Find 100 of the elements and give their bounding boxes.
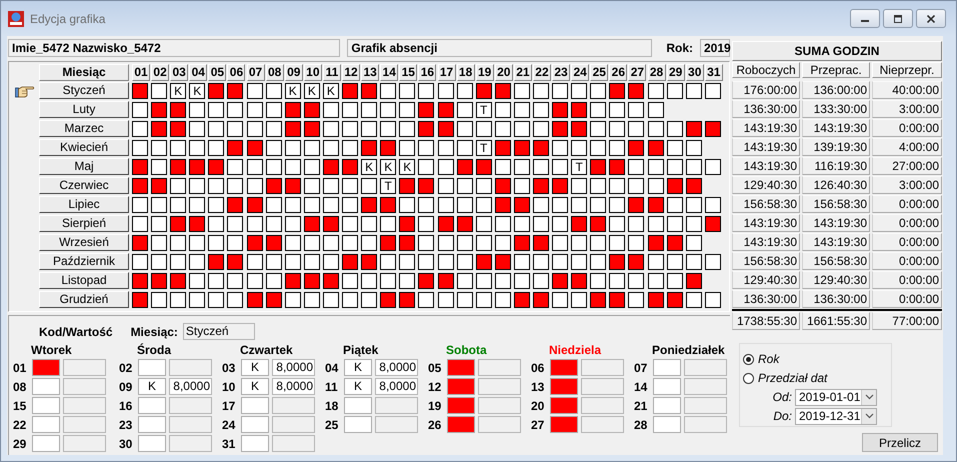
day-cell[interactable]: T — [476, 140, 492, 156]
day-cell[interactable] — [151, 196, 168, 212]
day-cell[interactable] — [590, 82, 606, 98]
day-cell[interactable] — [571, 140, 588, 156]
day-cell[interactable] — [666, 292, 683, 308]
day-cell[interactable] — [476, 120, 492, 136]
day-cell[interactable] — [590, 102, 606, 118]
day-cell[interactable] — [246, 120, 263, 136]
day-cell[interactable] — [266, 178, 282, 194]
day-cell[interactable] — [686, 254, 702, 270]
day-cell[interactable] — [666, 158, 683, 174]
day-cell[interactable] — [304, 234, 320, 250]
day-cell[interactable]: T — [380, 178, 396, 194]
value-field[interactable] — [684, 359, 727, 376]
day-cell[interactable] — [438, 254, 454, 270]
day-cell[interactable] — [246, 292, 263, 308]
day-cell[interactable] — [227, 82, 244, 98]
day-cell[interactable] — [648, 140, 664, 156]
day-cell[interactable] — [266, 254, 282, 270]
day-cell[interactable] — [399, 234, 416, 250]
day-cell[interactable] — [227, 234, 244, 250]
day-cell[interactable] — [552, 120, 568, 136]
day-cell[interactable] — [284, 158, 301, 174]
code-field[interactable] — [344, 416, 372, 433]
day-cell[interactable] — [609, 140, 626, 156]
day-cell[interactable] — [628, 82, 644, 98]
day-cell[interactable] — [151, 158, 168, 174]
day-cell[interactable] — [399, 254, 416, 270]
day-cell[interactable] — [418, 254, 434, 270]
day-cell[interactable] — [227, 158, 244, 174]
day-cell[interactable] — [514, 120, 530, 136]
day-cell[interactable] — [170, 216, 186, 232]
day-cell[interactable] — [266, 234, 282, 250]
day-cell[interactable] — [380, 234, 396, 250]
code-field[interactable] — [241, 435, 269, 452]
day-cell[interactable] — [284, 234, 301, 250]
day-cell[interactable] — [227, 272, 244, 288]
radio-option[interactable]: Rok — [743, 350, 780, 369]
day-cell[interactable] — [686, 272, 702, 288]
day-cell[interactable] — [494, 82, 511, 98]
day-cell[interactable] — [438, 102, 454, 118]
from-date-picker[interactable]: 2019-01-01 — [795, 388, 877, 406]
value-field[interactable] — [63, 416, 106, 433]
day-cell[interactable] — [476, 82, 492, 98]
value-field[interactable]: 8,0000 — [272, 378, 315, 395]
day-cell[interactable] — [438, 82, 454, 98]
day-cell[interactable] — [151, 292, 168, 308]
day-cell[interactable] — [151, 140, 168, 156]
day-cell[interactable] — [170, 254, 186, 270]
day-cell[interactable] — [532, 272, 549, 288]
day-cell[interactable] — [628, 196, 644, 212]
code-field[interactable]: K — [138, 378, 166, 395]
day-cell[interactable] — [132, 140, 148, 156]
day-cell[interactable] — [532, 178, 549, 194]
day-cell[interactable] — [132, 158, 148, 174]
day-cell[interactable] — [246, 254, 263, 270]
day-cell[interactable] — [704, 254, 721, 270]
day-cell[interactable] — [189, 158, 206, 174]
day-cell[interactable] — [304, 292, 320, 308]
value-field[interactable] — [375, 416, 418, 433]
day-cell[interactable] — [246, 178, 263, 194]
day-cell[interactable] — [648, 254, 664, 270]
day-cell[interactable] — [246, 216, 263, 232]
day-cell[interactable] — [361, 254, 378, 270]
code-field[interactable]: K — [241, 359, 269, 376]
day-cell[interactable] — [590, 292, 606, 308]
code-field[interactable] — [138, 359, 166, 376]
day-cell[interactable] — [208, 102, 224, 118]
day-cell[interactable] — [151, 120, 168, 136]
day-cell[interactable] — [342, 102, 358, 118]
day-cell[interactable] — [704, 196, 721, 212]
day-cell[interactable] — [514, 140, 530, 156]
day-cell[interactable] — [284, 216, 301, 232]
day-cell[interactable] — [532, 292, 549, 308]
day-cell[interactable]: K — [284, 82, 301, 98]
day-cell[interactable] — [189, 272, 206, 288]
day-cell[interactable] — [132, 120, 148, 136]
day-cell[interactable] — [571, 82, 588, 98]
day-cell[interactable] — [666, 216, 683, 232]
day-cell[interactable] — [552, 140, 568, 156]
day-cell[interactable] — [246, 196, 263, 212]
month-row-header[interactable]: Lipiec — [39, 196, 129, 213]
day-cell[interactable] — [532, 234, 549, 250]
day-cell[interactable] — [399, 120, 416, 136]
day-cell[interactable] — [361, 120, 378, 136]
day-cell[interactable] — [609, 102, 626, 118]
day-cell[interactable] — [648, 82, 664, 98]
day-cell[interactable] — [514, 254, 530, 270]
day-cell[interactable] — [514, 292, 530, 308]
day-cell[interactable] — [609, 216, 626, 232]
day-cell[interactable] — [590, 254, 606, 270]
value-field[interactable] — [63, 397, 106, 414]
value-field[interactable] — [478, 397, 521, 414]
day-cell[interactable] — [571, 216, 588, 232]
day-cell[interactable] — [438, 292, 454, 308]
day-cell[interactable] — [189, 216, 206, 232]
radio-option[interactable]: Przedział dat — [743, 368, 828, 388]
day-cell[interactable] — [170, 120, 186, 136]
day-cell[interactable] — [399, 272, 416, 288]
day-cell[interactable] — [342, 272, 358, 288]
